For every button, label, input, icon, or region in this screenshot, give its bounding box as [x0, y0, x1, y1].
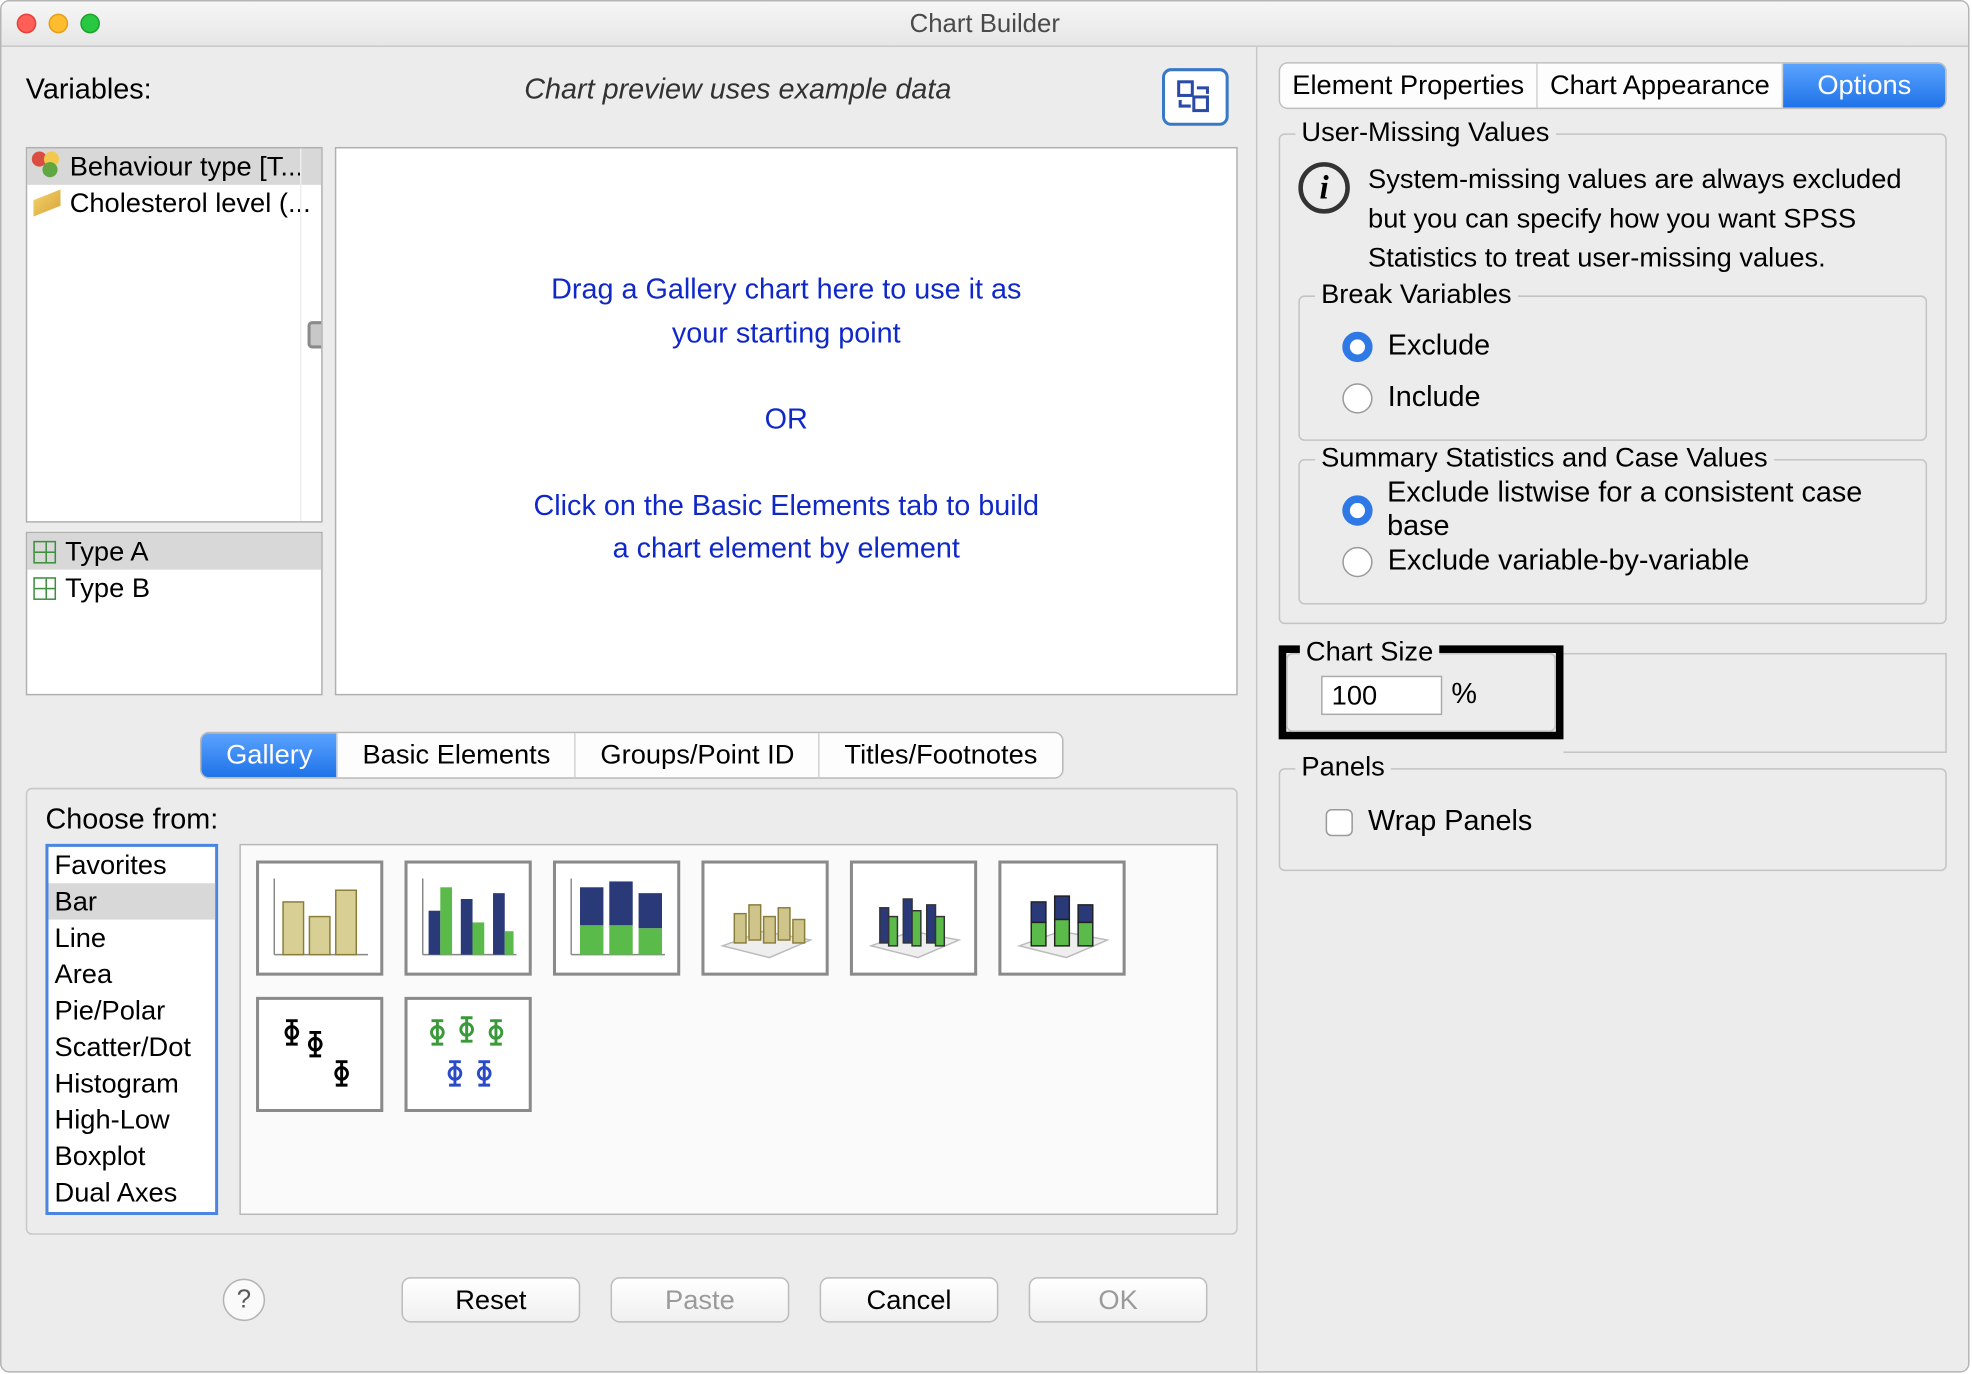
panels-group: Panels Wrap Panels: [1279, 769, 1947, 872]
tab-element-properties[interactable]: Element Properties: [1280, 64, 1538, 108]
cancel-button[interactable]: Cancel: [820, 1277, 999, 1322]
radio-label: Exclude: [1388, 331, 1490, 364]
variable-label: Cholesterol level (...: [70, 187, 311, 219]
summary-stats-group: Summary Statistics and Case Values Exclu…: [1298, 459, 1927, 604]
thumb-error-simple[interactable]: [256, 997, 383, 1112]
tab-groups-point-id[interactable]: Groups/Point ID: [576, 733, 820, 777]
thumb-clustered-bar[interactable]: [405, 861, 532, 976]
variable-item[interactable]: Cholesterol level (...: [27, 185, 321, 221]
category-label: Type A: [65, 536, 148, 568]
paste-button[interactable]: Paste: [611, 1277, 790, 1322]
variable-item[interactable]: Behaviour type [T...: [27, 148, 321, 184]
ok-button[interactable]: OK: [1029, 1277, 1208, 1322]
properties-tabs: Element Properties Chart Appearance Opti…: [1279, 62, 1947, 109]
content: Variables: Chart preview uses example da…: [2, 47, 1968, 1371]
tab-gallery[interactable]: Gallery: [202, 733, 338, 777]
variables-label: Variables:: [26, 65, 314, 107]
chart-type-item[interactable]: Area: [48, 956, 215, 992]
wrap-panels-checkbox-row[interactable]: Wrap Panels: [1326, 800, 1927, 845]
tab-titles-footnotes[interactable]: Titles/Footnotes: [820, 733, 1061, 777]
scale-icon: [33, 189, 60, 216]
left-pane: Variables: Chart preview uses example da…: [2, 47, 1256, 1371]
chart-size-highlight: Chart Size 100 %: [1279, 646, 1564, 740]
user-missing-info: System-missing values are always exclude…: [1368, 159, 1927, 278]
window-title: Chart Builder: [2, 8, 1968, 38]
builder-mode-tabs: Gallery Basic Elements Groups/Point ID T…: [200, 732, 1063, 779]
chart-size-input[interactable]: 100: [1321, 676, 1442, 715]
radio-label: Include: [1388, 382, 1481, 415]
category-item[interactable]: Type A: [27, 533, 321, 569]
thumb-3d-bar-3[interactable]: [998, 861, 1125, 976]
chart-type-item[interactable]: Dual Axes: [48, 1174, 215, 1210]
variable-label: Behaviour type [T...: [70, 151, 303, 183]
tab-chart-appearance[interactable]: Chart Appearance: [1538, 64, 1784, 108]
tab-options[interactable]: Options: [1783, 64, 1945, 108]
chart-type-item[interactable]: Line: [48, 920, 215, 956]
thumb-simple-bar[interactable]: [256, 861, 383, 976]
category-label: Type B: [65, 572, 150, 604]
group-legend: User-Missing Values: [1295, 117, 1555, 149]
chart-type-item[interactable]: Pie/Polar: [48, 992, 215, 1028]
gallery-area: Choose from: Favorites Bar Line Area Pie…: [26, 788, 1238, 1235]
chart-size-value: 100: [1332, 680, 1378, 712]
chart-type-list[interactable]: Favorites Bar Line Area Pie/Polar Scatte…: [45, 844, 218, 1215]
close-icon[interactable]: [17, 14, 37, 34]
checkbox-label: Wrap Panels: [1368, 806, 1532, 839]
group-legend: Summary Statistics and Case Values: [1315, 443, 1774, 475]
radio-label: Exclude listwise for a consistent case b…: [1387, 478, 1910, 545]
tab-basic-elements[interactable]: Basic Elements: [338, 733, 576, 777]
group-legend: Chart Size: [1300, 637, 1439, 669]
break-variables-group: Break Variables Exclude Include: [1298, 296, 1927, 441]
chart-type-item[interactable]: High-Low: [48, 1101, 215, 1137]
radio-label: Exclude variable-by-variable: [1388, 546, 1750, 579]
nominal-icon: [33, 153, 60, 180]
chart-subtype-gallery: [239, 844, 1218, 1215]
group-legend: Break Variables: [1315, 279, 1518, 311]
chart-size-unit: %: [1451, 679, 1477, 712]
thumb-3d-bar-2[interactable]: [850, 861, 977, 976]
dialog-buttons: ? Reset Paste Cancel OK: [26, 1271, 1238, 1335]
thumb-stacked-bar[interactable]: [553, 861, 680, 976]
swap-axes-button[interactable]: [1162, 68, 1229, 126]
canvas-placeholder: Drag a Gallery chart here to use it as y…: [533, 270, 1039, 572]
checkbox-icon: [1326, 809, 1353, 836]
titlebar: Chart Builder: [2, 2, 1968, 47]
radio-exclude-variable[interactable]: Exclude variable-by-variable: [1342, 540, 1910, 585]
chart-type-item[interactable]: Scatter/Dot: [48, 1029, 215, 1065]
radio-icon: [1342, 496, 1372, 526]
category-icon: [33, 540, 56, 563]
category-item[interactable]: Type B: [27, 570, 321, 606]
radio-exclude-listwise[interactable]: Exclude listwise for a consistent case b…: [1342, 488, 1910, 533]
swap-icon: [1176, 79, 1215, 115]
user-missing-group: User-Missing Values i System-missing val…: [1279, 133, 1947, 624]
chart-type-item[interactable]: Boxplot: [48, 1138, 215, 1174]
radio-icon: [1342, 547, 1372, 577]
variables-list[interactable]: Behaviour type [T... Cholesterol level (…: [26, 147, 323, 523]
category-icon: [33, 576, 56, 599]
chart-type-item[interactable]: Bar: [48, 883, 215, 919]
minimize-icon[interactable]: [48, 14, 68, 34]
radio-icon: [1342, 384, 1372, 414]
scrollbar[interactable]: [300, 148, 321, 521]
chart-builder-window: Chart Builder Variables: Chart preview u…: [0, 0, 1970, 1373]
reset-button[interactable]: Reset: [401, 1277, 580, 1322]
chart-type-item[interactable]: Histogram: [48, 1065, 215, 1101]
thumb-error-clustered[interactable]: [405, 997, 532, 1112]
categories-list[interactable]: Type A Type B: [26, 532, 323, 696]
chart-preview-canvas[interactable]: Drag a Gallery chart here to use it as y…: [335, 147, 1238, 695]
right-pane: Element Properties Chart Appearance Opti…: [1256, 47, 1968, 1371]
maximize-icon[interactable]: [80, 14, 100, 34]
radio-icon: [1342, 332, 1372, 362]
preview-hint: Chart preview uses example data: [314, 65, 1162, 107]
thumb-3d-bar-1[interactable]: [701, 861, 828, 976]
window-controls: [17, 14, 100, 34]
group-legend: Panels: [1295, 752, 1391, 784]
info-icon: i: [1298, 162, 1350, 214]
radio-exclude[interactable]: Exclude: [1342, 325, 1910, 370]
radio-include[interactable]: Include: [1342, 376, 1910, 421]
choose-from-label: Choose from:: [45, 804, 1218, 837]
chart-type-item[interactable]: Favorites: [48, 847, 215, 883]
help-button[interactable]: ?: [223, 1279, 265, 1321]
